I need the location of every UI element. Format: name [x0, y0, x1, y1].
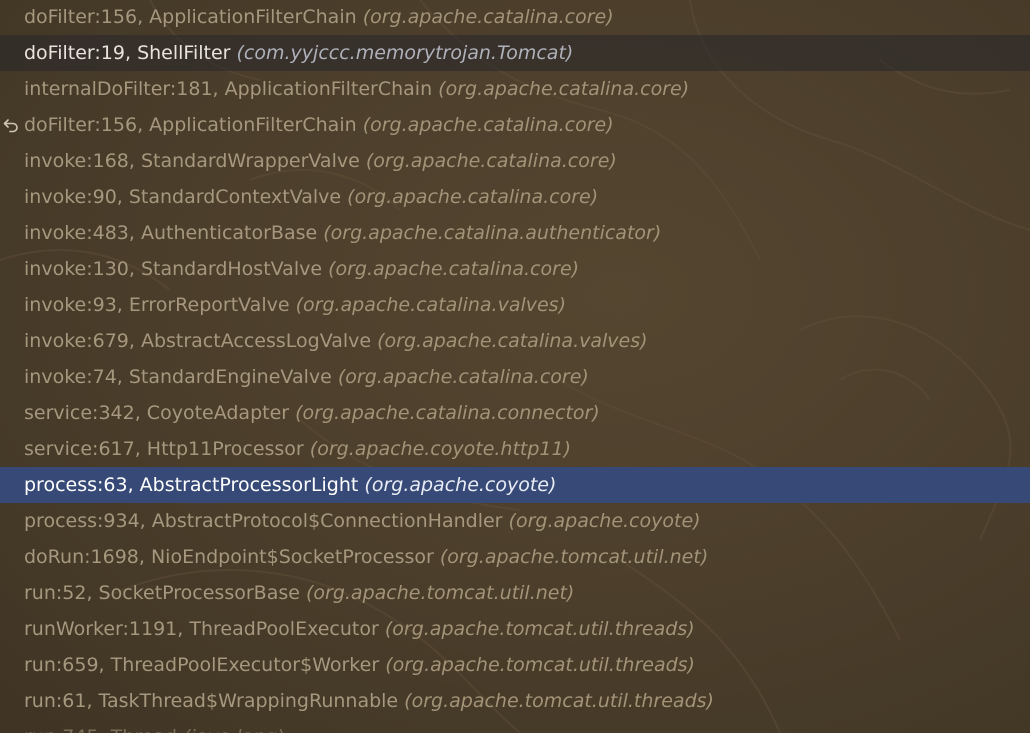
frame-method-label: doFilter:156, ApplicationFilterChain: [24, 6, 357, 28]
frame-package-label: (org.apache.catalina.authenticator): [323, 222, 662, 244]
stack-frame-row[interactable]: invoke:90, StandardContextValve (org.apa…: [0, 179, 1030, 215]
stack-frame-row[interactable]: invoke:74, StandardEngineValve (org.apac…: [0, 359, 1030, 395]
frame-method-label: internalDoFilter:181, ApplicationFilterC…: [24, 78, 433, 100]
frame-method-label: run:61, TaskThread$WrappingRunnable: [24, 690, 399, 712]
stack-frame-row[interactable]: service:617, Http11Processor (org.apache…: [0, 431, 1030, 467]
stack-frame-row[interactable]: doFilter:156, ApplicationFilterChain (or…: [0, 0, 1030, 35]
stack-frame-row[interactable]: doRun:1698, NioEndpoint$SocketProcessor …: [0, 539, 1030, 575]
frame-method-label: invoke:679, AbstractAccessLogValve: [24, 330, 372, 352]
stack-frame-row[interactable]: invoke:483, AuthenticatorBase (org.apach…: [0, 215, 1030, 251]
frame-method-label: invoke:168, StandardWrapperValve: [24, 150, 360, 172]
frame-package-label: (org.apache.tomcat.util.threads): [404, 690, 714, 712]
frames-list: doFilter:156, ApplicationFilterChain (or…: [0, 0, 1030, 733]
frame-package-label: (org.apache.catalina.core): [362, 6, 614, 28]
stack-frame-row[interactable]: runWorker:1191, ThreadPoolExecutor (org.…: [0, 611, 1030, 647]
frame-package-label: (org.apache.catalina.core): [362, 114, 614, 136]
frame-package-label: (org.apache.coyote): [364, 474, 557, 496]
stack-frame-row[interactable]: invoke:168, StandardWrapperValve (org.ap…: [0, 143, 1030, 179]
stack-frame-row[interactable]: service:342, CoyoteAdapter (org.apache.c…: [0, 395, 1030, 431]
frame-method-label: process:63, AbstractProcessorLight: [24, 474, 359, 496]
frame-package-label: (org.apache.tomcat.util.net): [439, 546, 709, 568]
stack-frame-selected[interactable]: process:63, AbstractProcessorLight (org.…: [0, 467, 1030, 503]
frame-package-label: (org.apache.catalina.core): [347, 186, 599, 208]
stack-frame-row[interactable]: invoke:679, AbstractAccessLogValve (org.…: [0, 323, 1030, 359]
frame-method-label: invoke:74, StandardEngineValve: [24, 366, 332, 388]
frame-method-label: invoke:483, AuthenticatorBase: [24, 222, 318, 244]
frame-package-label: (org.apache.catalina.valves): [377, 330, 648, 352]
frame-method-label: run:659, ThreadPoolExecutor$Worker: [24, 654, 380, 676]
stack-frame-row[interactable]: internalDoFilter:181, ApplicationFilterC…: [0, 71, 1030, 107]
frame-package-label: (org.apache.catalina.core): [438, 78, 690, 100]
frame-package-label: (org.apache.catalina.connector): [295, 402, 600, 424]
frame-package-label: (org.apache.coyote): [508, 510, 701, 532]
frame-package-label: (org.apache.coyote.http11): [309, 438, 572, 460]
frame-method-label: run:52, SocketProcessorBase: [24, 582, 300, 604]
stack-frame-row[interactable]: invoke:130, StandardHostValve (org.apach…: [0, 251, 1030, 287]
frame-package-label: (org.apache.catalina.core): [328, 258, 580, 280]
frame-method-label: invoke:130, StandardHostValve: [24, 258, 323, 280]
stack-frame-row[interactable]: run:659, ThreadPoolExecutor$Worker (org.…: [0, 647, 1030, 683]
stack-frame-row[interactable]: invoke:93, ErrorReportValve (org.apache.…: [0, 287, 1030, 323]
frame-method-label: invoke:93, ErrorReportValve: [24, 294, 290, 316]
frame-package-label: (org.apache.tomcat.util.threads): [385, 654, 695, 676]
frame-package-label: (org.apache.catalina.core): [365, 150, 617, 172]
stack-frame-row[interactable]: run:52, SocketProcessorBase (org.apache.…: [0, 575, 1030, 611]
drop-frame-icon[interactable]: [2, 107, 20, 143]
frame-package-label: (org.apache.catalina.valves): [295, 294, 566, 316]
frame-package-label: (org.apache.tomcat.util.threads): [384, 618, 695, 640]
frame-method-label: runWorker:1191, ThreadPoolExecutor: [24, 618, 379, 640]
frame-package-label: (java.lang): [183, 726, 285, 733]
frame-method-label: invoke:90, StandardContextValve: [24, 186, 342, 208]
stack-frame-row[interactable]: doFilter:19, ShellFilter (com.yyjccc.mem…: [0, 35, 1030, 71]
frame-package-label: (com.yyjccc.memorytrojan.Tomcat): [236, 42, 574, 64]
stack-frame-row[interactable]: process:934, AbstractProtocol$Connection…: [0, 503, 1030, 539]
frame-method-label: doFilter:156, ApplicationFilterChain: [24, 114, 357, 136]
stack-frame-row[interactable]: run:61, TaskThread$WrappingRunnable (org…: [0, 683, 1030, 719]
stack-frame-row[interactable]: run:745, Thread (java.lang): [0, 719, 1030, 733]
frame-method-label: run:745, Thread: [24, 726, 177, 733]
frame-method-label: service:342, CoyoteAdapter: [24, 402, 290, 424]
frame-package-label: (org.apache.catalina.core): [337, 366, 589, 388]
frame-package-label: (org.apache.tomcat.util.net): [305, 582, 575, 604]
frame-method-label: service:617, Http11Processor: [24, 438, 304, 460]
stack-frame-row[interactable]: doFilter:156, ApplicationFilterChain (or…: [0, 107, 1030, 143]
frame-method-label: doFilter:19, ShellFilter: [24, 42, 231, 64]
frame-method-label: doRun:1698, NioEndpoint$SocketProcessor: [24, 546, 434, 568]
frame-method-label: process:934, AbstractProtocol$Connection…: [24, 510, 503, 532]
